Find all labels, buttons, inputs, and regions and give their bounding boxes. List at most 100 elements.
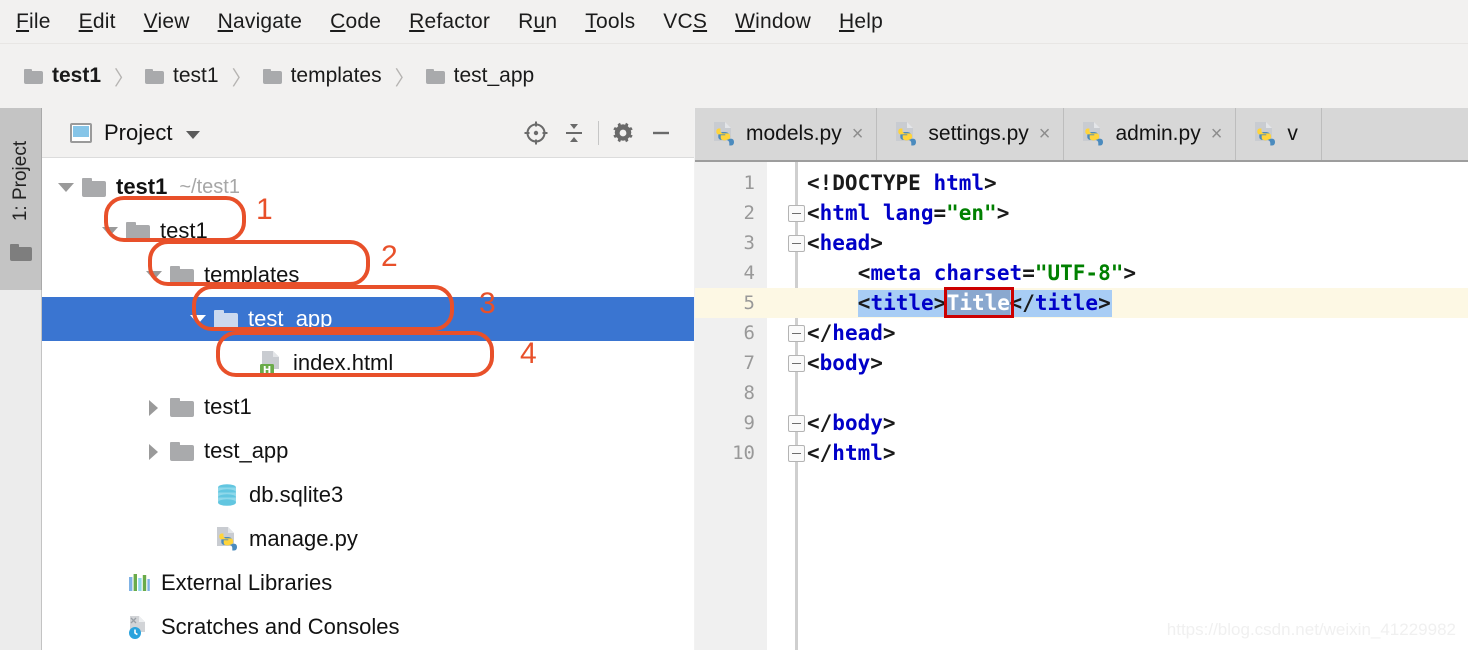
minimize-icon[interactable] xyxy=(642,116,680,150)
tree-row-test1[interactable]: test1 ~/test1 xyxy=(42,165,694,209)
tree-row-test-app[interactable]: test_app xyxy=(42,297,694,341)
tree-row-index-html[interactable]: Hindex.html xyxy=(42,341,694,385)
editor-area: models.py × settings.py × admin.py × v 1 <!DOCT… xyxy=(695,108,1468,650)
tree-row-external-libraries[interactable]: External Libraries xyxy=(42,561,694,605)
folder-icon xyxy=(425,68,445,84)
project-tree: test1 ~/test1 test1 templates test_app Hindex… xyxy=(42,158,694,650)
code-fold-icon[interactable] xyxy=(788,445,805,462)
menu-bar: File Edit View Navigate Code Refactor Run Tools… xyxy=(0,0,1468,44)
editor-tab-label: models.py xyxy=(746,122,842,145)
menu-item-refactor[interactable]: Refactor xyxy=(409,10,490,34)
folder-icon xyxy=(24,68,43,84)
code-token: meta xyxy=(870,261,922,285)
project-panel-title: Project xyxy=(104,119,173,145)
close-icon[interactable]: × xyxy=(852,123,864,146)
tree-row-test-app[interactable]: test_app xyxy=(42,429,694,473)
line-number: 1 xyxy=(743,172,755,194)
breadcrumb-item-test1[interactable]: test1 xyxy=(24,64,101,88)
close-icon[interactable]: × xyxy=(1039,123,1051,146)
breadcrumb-label: test1 xyxy=(173,64,219,87)
collapse-all-icon[interactable] xyxy=(555,116,593,150)
menu-item-file[interactable]: File xyxy=(16,10,51,34)
menu-item-view[interactable]: View xyxy=(144,10,190,34)
menu-item-window[interactable]: Window xyxy=(735,10,811,34)
chevron-right-icon[interactable] xyxy=(142,395,166,419)
code-line[interactable]: <head> xyxy=(807,228,883,258)
python-file-icon xyxy=(893,121,919,147)
editor-tab-settings-py[interactable]: settings.py × xyxy=(877,108,1065,160)
code-token: <!DOCTYPE xyxy=(807,171,934,195)
project-window-icon xyxy=(70,122,92,143)
menu-item-navigate[interactable]: Navigate xyxy=(218,10,303,34)
html-file-icon: H xyxy=(258,350,284,376)
chevron-down-icon[interactable] xyxy=(186,307,210,331)
chevron-down-icon[interactable] xyxy=(142,263,166,287)
code-line[interactable]: <!DOCTYPE html> xyxy=(807,168,997,198)
menu-item-vcs[interactable]: VCS xyxy=(663,10,707,34)
code-fold-icon[interactable] xyxy=(788,235,805,252)
code-line[interactable]: <body> xyxy=(807,348,883,378)
tree-row-label: Scratches and Consoles xyxy=(161,614,400,639)
code-fold-icon[interactable] xyxy=(788,415,805,432)
menu-item-help[interactable]: Help xyxy=(839,10,883,34)
line-number: 8 xyxy=(743,382,755,404)
gear-icon[interactable] xyxy=(604,116,642,150)
menu-item-run[interactable]: Run xyxy=(518,10,557,34)
close-icon[interactable]: × xyxy=(1211,123,1223,146)
code-fold-icon[interactable] xyxy=(788,355,805,372)
line-number: 2 xyxy=(743,202,755,224)
menu-item-edit[interactable]: Edit xyxy=(79,10,116,34)
code-token: lang xyxy=(882,201,934,225)
chevron-down-icon[interactable] xyxy=(98,219,122,243)
tree-row-templates[interactable]: templates xyxy=(42,253,694,297)
breadcrumb-label: test_app xyxy=(453,64,535,87)
pycharm-window: File Edit View Navigate Code Refactor Run Tools… xyxy=(0,0,1468,650)
annotation-number-4: 4 xyxy=(520,337,537,370)
folder-icon xyxy=(170,397,194,417)
annotation-number-2: 2 xyxy=(381,240,398,273)
code-token: "UTF-8" xyxy=(1034,261,1124,285)
code-token: html xyxy=(933,171,985,195)
code-token: > xyxy=(984,171,997,195)
tree-row-test1[interactable]: test1 xyxy=(42,385,694,429)
editor-tab-admin-py[interactable]: admin.py × xyxy=(1064,108,1237,160)
tree-row-test1[interactable]: test1 xyxy=(42,209,694,253)
code-fold-icon[interactable] xyxy=(788,205,805,222)
code-token: body xyxy=(832,411,883,435)
code-line[interactable]: </html> xyxy=(807,438,896,468)
breadcrumb-item-test1[interactable]: test1 xyxy=(145,64,219,88)
locate-icon[interactable] xyxy=(517,116,555,150)
tree-row-label: manage.py xyxy=(249,526,358,551)
menu-item-code[interactable]: Code xyxy=(330,10,381,34)
editor-tab-v[interactable]: v xyxy=(1236,108,1322,160)
tree-row-manage-py[interactable]: manage.py xyxy=(42,517,694,561)
code-token: > xyxy=(870,351,883,375)
tree-row-label: test1 xyxy=(116,174,168,199)
tree-row-db-sqlite3[interactable]: db.sqlite3 xyxy=(42,473,694,517)
code-editor[interactable]: 1 <!DOCTYPE html> 2 <html lang="en"> 3 <head>… xyxy=(695,162,1468,650)
editor-tab-label: settings.py xyxy=(928,122,1029,145)
tool-window-tab-project[interactable]: 1: Project xyxy=(0,108,42,290)
code-fold-icon[interactable] xyxy=(788,325,805,342)
code-line[interactable]: <html lang="en"> xyxy=(807,198,1009,228)
toolbar-separator xyxy=(598,121,599,145)
breadcrumb-item-templates[interactable]: templates xyxy=(262,64,382,88)
line-number: 6 xyxy=(743,322,755,344)
chevron-right-icon[interactable] xyxy=(142,439,166,463)
folder-icon xyxy=(82,177,106,197)
tool-window-tab-label: 1: Project xyxy=(10,140,31,222)
code-line[interactable]: </head> xyxy=(807,318,896,348)
folder-icon xyxy=(145,68,165,84)
menu-item-tools[interactable]: Tools xyxy=(585,10,635,34)
code-line[interactable]: </body> xyxy=(807,408,896,438)
chevron-down-icon[interactable] xyxy=(54,175,78,199)
editor-tab-models-py[interactable]: models.py × xyxy=(695,108,878,160)
breadcrumb-item-test_app[interactable]: test_app xyxy=(425,64,535,88)
editor-tab-label: v xyxy=(1287,122,1298,145)
chevron-down-icon[interactable] xyxy=(186,130,201,139)
tree-row-scratches-and-consoles[interactable]: Scratches and Consoles xyxy=(42,605,694,649)
code-line[interactable]: <meta charset="UTF-8"> xyxy=(858,258,1136,288)
